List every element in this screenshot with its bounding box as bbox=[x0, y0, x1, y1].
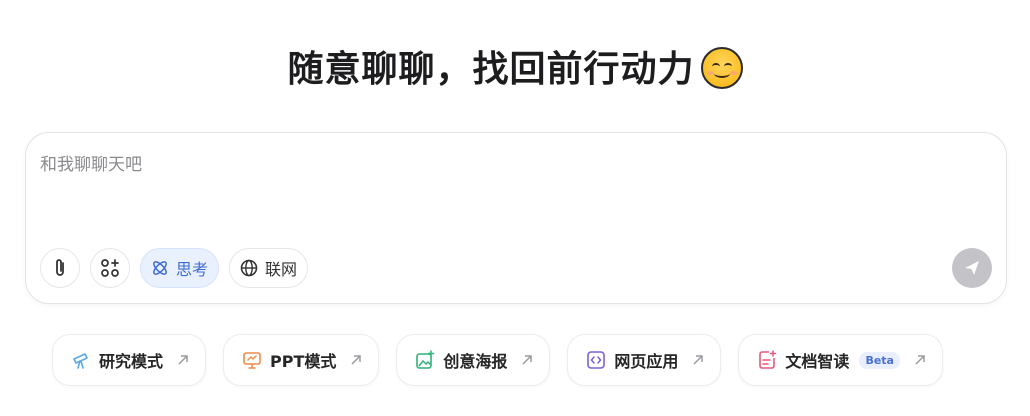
telescope-icon bbox=[73, 353, 88, 369]
beta-badge: Beta bbox=[859, 351, 900, 369]
headline: 随意聊聊，找回前行动力 bbox=[0, 40, 1030, 92]
quick-action-ppt[interactable]: PPT模式 bbox=[223, 334, 380, 386]
think-label: 思考 bbox=[176, 260, 209, 279]
send-icon bbox=[965, 261, 979, 275]
send-button[interactable] bbox=[952, 248, 992, 288]
presentation-icon bbox=[243, 352, 261, 369]
paperclip-icon bbox=[56, 259, 64, 276]
atom-icon bbox=[153, 261, 167, 275]
image-sparkle-icon bbox=[416, 350, 435, 369]
attach-button[interactable] bbox=[40, 248, 80, 288]
arrow-up-right-icon bbox=[693, 355, 704, 365]
chip-label: 创意海报 bbox=[443, 352, 508, 371]
document-sparkle-icon bbox=[759, 350, 777, 369]
headline-text: 随意聊聊，找回前行动力 bbox=[287, 49, 695, 90]
chip-label: 研究模式 bbox=[99, 352, 164, 371]
quick-actions: 研究模式 PPT模式 创意海报 网页应用 文档智读 Beta bbox=[52, 334, 943, 386]
apps-button[interactable] bbox=[90, 248, 130, 288]
web-search-toggle[interactable]: 联网 bbox=[229, 248, 309, 288]
quick-action-webapp[interactable]: 网页应用 bbox=[567, 334, 722, 386]
smiling-face-icon bbox=[700, 47, 743, 89]
chat-composer: 思考 联网 bbox=[25, 132, 1007, 304]
chat-input[interactable] bbox=[40, 155, 940, 175]
think-toggle[interactable]: 思考 bbox=[140, 248, 220, 288]
globe-icon bbox=[240, 259, 258, 277]
apps-plus-icon bbox=[101, 259, 119, 277]
chip-label: PPT模式 bbox=[270, 352, 337, 371]
arrow-up-right-icon bbox=[522, 355, 533, 365]
arrow-up-right-icon bbox=[351, 355, 362, 365]
arrow-up-right-icon bbox=[178, 355, 188, 365]
quick-action-poster[interactable]: 创意海报 bbox=[396, 334, 551, 386]
arrow-up-right-icon bbox=[915, 355, 925, 365]
composer-toolbar: 思考 联网 bbox=[40, 248, 309, 288]
code-window-icon bbox=[587, 351, 606, 369]
chip-label: 网页应用 bbox=[614, 352, 679, 371]
web-label: 联网 bbox=[265, 260, 298, 279]
chip-label: 文档智读 bbox=[785, 352, 850, 371]
quick-action-research[interactable]: 研究模式 bbox=[52, 334, 207, 386]
quick-action-doc-reader[interactable]: 文档智读 Beta bbox=[738, 334, 943, 386]
